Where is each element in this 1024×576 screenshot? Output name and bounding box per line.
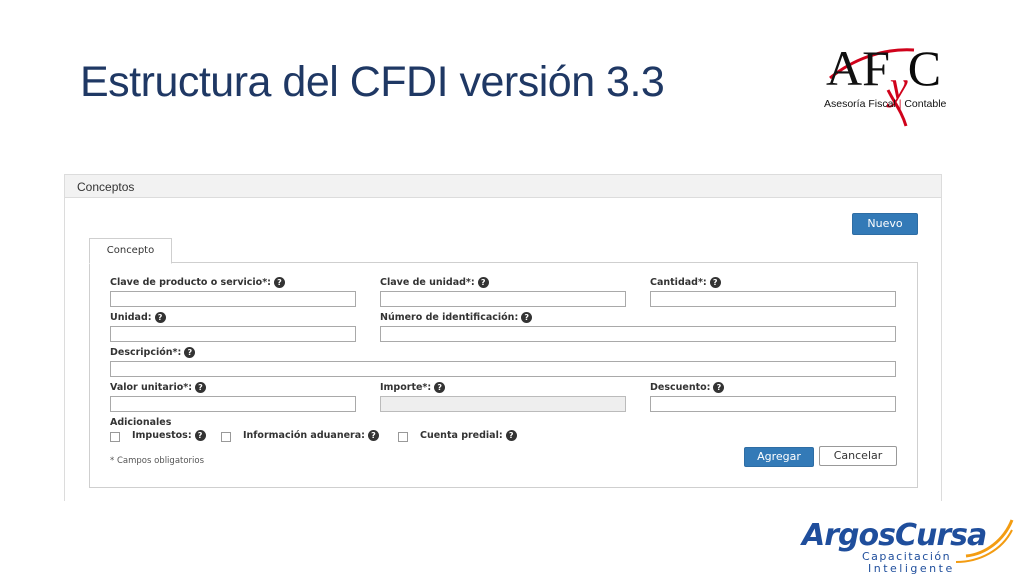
adicionales-label: Adicionales — [110, 417, 172, 428]
cantidad-label-text: Cantidad*: — [650, 277, 707, 288]
valor-unitario-label: Valor unitario*:? — [110, 382, 206, 393]
afc-caption-right: Contable — [904, 98, 947, 110]
unidad-label: Unidad:? — [110, 312, 166, 323]
importe-label: Importe*:? — [380, 382, 446, 393]
nuevo-button[interactable]: Nuevo — [852, 213, 918, 235]
afc-letter-c: C — [907, 40, 942, 96]
clave-unidad-label: Clave de unidad*:? — [380, 277, 489, 288]
tab-concepto[interactable]: Concepto — [89, 238, 172, 264]
slide-title: Estructura del CFDI versión 3.3 — [80, 58, 665, 106]
help-icon[interactable]: ? — [184, 347, 196, 358]
descuento-input[interactable] — [650, 396, 896, 412]
valor-unitario-input[interactable] — [110, 396, 356, 412]
conceptos-panel: Conceptos Nuevo Concepto Clave de produc… — [64, 174, 942, 501]
help-icon[interactable]: ? — [367, 430, 379, 441]
clave-producto-label-text: Clave de producto o servicio*: — [110, 277, 271, 288]
clave-unidad-label-text: Clave de unidad*: — [380, 277, 475, 288]
afc-letters: AFyC — [826, 40, 942, 108]
numero-identificacion-label-text: Número de identificación: — [380, 312, 519, 323]
clave-producto-label: Clave de producto o servicio*:? — [110, 277, 285, 288]
help-icon[interactable]: ? — [477, 277, 489, 288]
unidad-input[interactable] — [110, 326, 356, 342]
impuestos-label-text: Impuestos: — [132, 430, 192, 441]
afc-caption-left: Asesoría Fiscal — [824, 98, 896, 110]
importe-input — [380, 396, 626, 412]
help-icon[interactable]: ? — [521, 312, 533, 323]
descripcion-label-text: Descripción*: — [110, 347, 182, 358]
help-icon[interactable]: ? — [273, 277, 285, 288]
unidad-label-text: Unidad: — [110, 312, 152, 323]
impuestos-label: Impuestos:? — [132, 430, 206, 441]
importe-label-text: Importe*: — [380, 382, 432, 393]
help-icon[interactable]: ? — [195, 382, 206, 393]
argoscursa-logo: ArgosCursa Capacitación Inteligente — [796, 516, 1018, 576]
help-icon[interactable]: ? — [713, 382, 725, 393]
agregar-button[interactable]: Agregar — [744, 447, 814, 467]
descuento-label: Descuento:? — [650, 382, 725, 393]
argoscursa-tagline-2: Inteligente — [868, 562, 955, 575]
afc-logo: AFyC Asesoría Fiscal | Contable — [822, 40, 958, 130]
informacion-aduanera-checkbox[interactable] — [221, 432, 231, 442]
clave-producto-input[interactable] — [110, 291, 356, 307]
afc-caption: Asesoría Fiscal | Contable — [824, 98, 946, 110]
cuenta-predial-label-text: Cuenta predial: — [420, 430, 503, 441]
argoscursa-name: ArgosCursa — [802, 518, 987, 553]
help-icon[interactable]: ? — [709, 277, 721, 288]
afc-letter-f: F — [862, 40, 890, 96]
clave-unidad-input[interactable] — [380, 291, 626, 307]
informacion-aduanera-label-text: Información aduanera: — [243, 430, 365, 441]
numero-identificacion-label: Número de identificación:? — [380, 312, 533, 323]
panel-header: Conceptos — [65, 175, 941, 198]
help-icon[interactable]: ? — [505, 430, 517, 441]
required-fields-note: * Campos obligatorios — [110, 456, 205, 466]
valor-unitario-label-text: Valor unitario*: — [110, 382, 192, 393]
help-icon[interactable]: ? — [194, 430, 206, 441]
descripcion-label: Descripción*:? — [110, 347, 196, 358]
informacion-aduanera-label: Información aduanera:? — [243, 430, 379, 441]
numero-identificacion-input[interactable] — [380, 326, 896, 342]
descuento-label-text: Descuento: — [650, 382, 711, 393]
impuestos-checkbox[interactable] — [110, 432, 120, 442]
cantidad-input[interactable] — [650, 291, 896, 307]
cantidad-label: Cantidad*:? — [650, 277, 721, 288]
help-icon[interactable]: ? — [154, 312, 166, 323]
cancelar-button[interactable]: Cancelar — [819, 446, 897, 466]
help-icon[interactable]: ? — [434, 382, 446, 393]
descripcion-input[interactable] — [110, 361, 896, 377]
cuenta-predial-checkbox[interactable] — [398, 432, 408, 442]
afc-letter-a: A — [826, 40, 863, 96]
cuenta-predial-label: Cuenta predial:? — [420, 430, 517, 441]
